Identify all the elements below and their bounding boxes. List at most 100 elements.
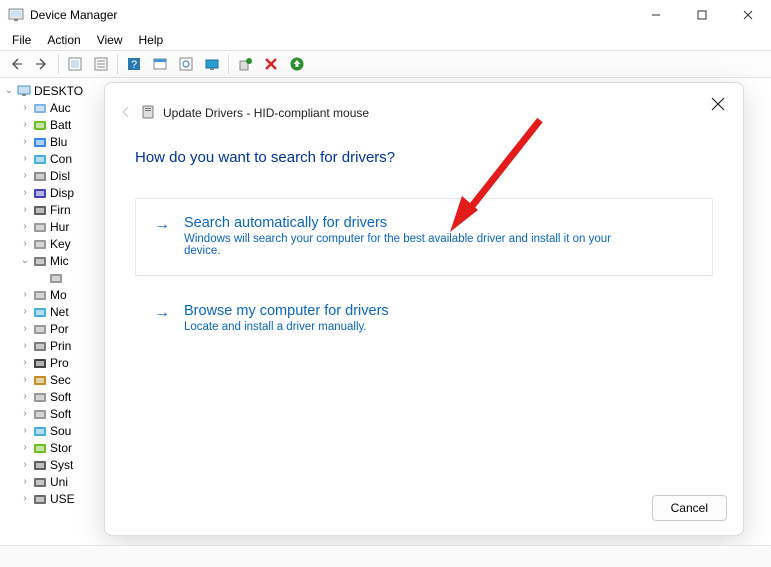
menu-help[interactable]: Help [131,31,172,49]
menu-action[interactable]: Action [39,31,88,49]
tree-node[interactable]: Soft [0,405,110,422]
device-category-icon [32,406,48,422]
close-button[interactable] [725,0,771,30]
twisty-icon[interactable] [18,357,32,368]
tree-node[interactable]: Firn [0,201,110,218]
twisty-icon[interactable] [18,408,32,419]
twisty-icon[interactable] [18,255,32,266]
tree-node-label: USE [50,492,75,506]
device-category-icon [48,270,64,286]
tree-node[interactable]: Uni [0,473,110,490]
device-category-icon [32,202,48,218]
device-category-icon [32,151,48,167]
menubar: File Action View Help [0,30,771,50]
update-driver-button[interactable] [200,52,224,76]
option-browse-computer[interactable]: → Browse my computer for drivers Locate … [135,296,713,340]
device-category-icon [32,304,48,320]
tree-node[interactable]: Por [0,320,110,337]
arrow-right-icon: → [154,303,174,333]
tree-node[interactable]: Key [0,235,110,252]
tree-node[interactable]: Soft [0,388,110,405]
twisty-icon[interactable] [18,136,32,147]
uninstall-button[interactable] [233,52,257,76]
twisty-icon[interactable] [18,238,32,249]
tree-node[interactable]: Mic [0,252,110,269]
option-title: Search automatically for drivers [184,215,624,231]
twisty-icon[interactable] [18,119,32,130]
device-category-icon [32,134,48,150]
device-category-icon [32,219,48,235]
tree-node-label: Por [50,322,69,336]
device-category-icon [32,457,48,473]
twisty-icon[interactable] [18,170,32,181]
tree-node-label: Soft [50,390,71,404]
twisty-icon[interactable] [18,221,32,232]
tree-node-label: Disl [50,169,70,183]
tree-node[interactable]: Net [0,303,110,320]
forward-button[interactable] [30,52,54,76]
tree-node[interactable]: Pro [0,354,110,371]
tree-node[interactable]: Sec [0,371,110,388]
action-button[interactable] [148,52,172,76]
back-button[interactable] [4,52,28,76]
properties-button[interactable] [89,52,113,76]
device-category-icon [32,287,48,303]
device-category-icon [32,389,48,405]
tree-node[interactable]: Stor [0,439,110,456]
device-category-icon [32,491,48,507]
tree-node-label: Prin [50,339,71,353]
tree-node[interactable]: Blu [0,133,110,150]
tree-node-label: Key [50,237,71,251]
twisty-icon[interactable] [18,391,32,402]
minimize-button[interactable] [633,0,679,30]
twisty-icon[interactable] [18,425,32,436]
tree-node[interactable]: Sou [0,422,110,439]
tree-node[interactable] [0,269,110,286]
device-category-icon [32,185,48,201]
dialog-question: How do you want to search for drivers? [135,149,713,166]
tree-node[interactable]: Hur [0,218,110,235]
twisty-icon[interactable] [18,323,32,334]
show-hidden-button[interactable] [63,52,87,76]
enable-button[interactable] [285,52,309,76]
device-category-icon [32,168,48,184]
scan-button[interactable] [174,52,198,76]
option-search-automatically[interactable]: → Search automatically for drivers Windo… [135,198,713,276]
twisty-icon[interactable] [18,204,32,215]
help-button[interactable]: ? [122,52,146,76]
tree-root[interactable]: DESKTO [0,82,110,99]
option-description: Windows will search your computer for th… [184,233,624,257]
twisty-icon[interactable] [18,340,32,351]
twisty-icon[interactable] [18,459,32,470]
twisty-icon[interactable] [18,289,32,300]
tree-node[interactable]: Disp [0,184,110,201]
twisty-icon[interactable] [18,102,32,113]
tree-node-label: Con [50,152,72,166]
tree-node-label: Blu [50,135,67,149]
twisty-icon[interactable] [18,187,32,198]
tree-node[interactable]: USE [0,490,110,507]
twisty-icon[interactable] [18,306,32,317]
tree-node[interactable]: Auc [0,99,110,116]
dialog-header: Update Drivers - HID-compliant mouse [105,83,743,121]
tree-node[interactable]: Syst [0,456,110,473]
twisty-icon[interactable] [18,493,32,504]
disable-button[interactable] [259,52,283,76]
tree-node[interactable]: Prin [0,337,110,354]
menu-view[interactable]: View [89,31,131,49]
tree-node[interactable]: Disl [0,167,110,184]
twisty-icon[interactable] [18,442,32,453]
tree-node-label: Batt [50,118,71,132]
device-tree[interactable]: DESKTO Auc Batt Blu Con DislDispFirnHur KeyMi… [0,78,110,541]
twisty-icon[interactable] [18,153,32,164]
device-category-icon [32,236,48,252]
twisty-icon[interactable] [18,374,32,385]
cancel-button[interactable]: Cancel [652,495,727,521]
tree-node[interactable]: Batt [0,116,110,133]
tree-node[interactable]: Mo [0,286,110,303]
maximize-button[interactable] [679,0,725,30]
twisty-icon[interactable] [18,476,32,487]
menu-file[interactable]: File [4,31,39,49]
tree-node[interactable]: Con [0,150,110,167]
dialog-close-button[interactable] [707,93,729,115]
